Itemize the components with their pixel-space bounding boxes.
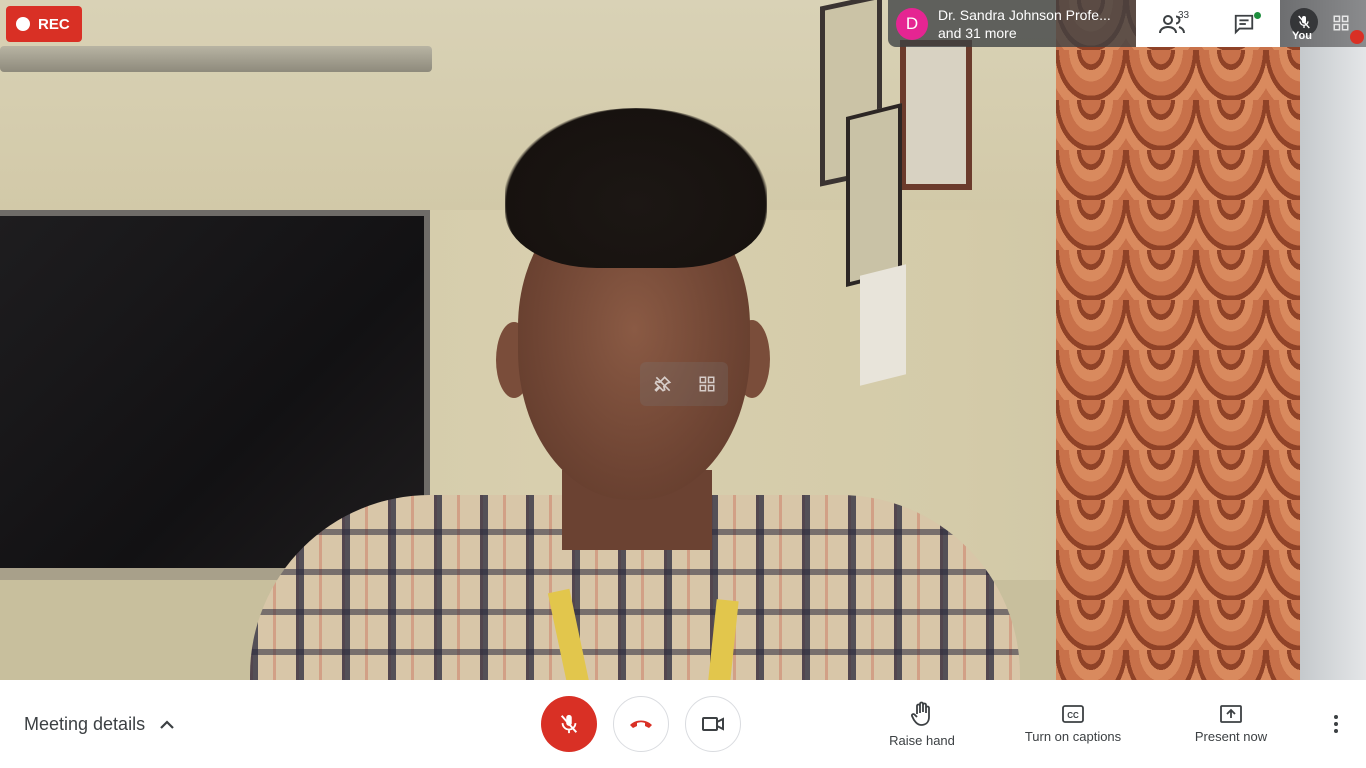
- video-frame-3: [846, 103, 902, 287]
- grid-icon[interactable]: [1332, 14, 1350, 32]
- recording-badge: REC: [6, 6, 82, 42]
- participant-count: 33: [1178, 10, 1190, 21]
- raise-hand-button[interactable]: Raise hand: [872, 680, 972, 768]
- captions-label: Turn on captions: [1024, 728, 1122, 744]
- closed-captions-icon: CC: [1062, 704, 1084, 723]
- captions-button[interactable]: CC Turn on captions: [1012, 680, 1134, 768]
- present-now-button[interactable]: Present now: [1184, 680, 1278, 768]
- presenter-info[interactable]: D Dr. Sandra Johnson Profe... and 31 mor…: [888, 0, 1136, 47]
- video-person-hair: [505, 108, 767, 268]
- pin-off-icon[interactable]: [653, 374, 673, 394]
- video-projector-bar: [0, 46, 432, 72]
- presenter-name: Dr. Sandra Johnson Profe...: [938, 6, 1111, 23]
- raise-hand-label: Raise hand: [889, 732, 955, 748]
- chat-icon: [1234, 14, 1254, 34]
- svg-text:CC: CC: [1067, 711, 1079, 720]
- more-vert-icon: [1334, 715, 1338, 733]
- bottom-control-bar: Meeting details Raise hand CC Turn on ca…: [0, 680, 1366, 768]
- hang-up-icon: [630, 720, 652, 728]
- top-toolbar: 33: [1136, 0, 1280, 47]
- present-icon: [1220, 704, 1242, 723]
- leave-call-button[interactable]: [613, 696, 669, 752]
- presenter-more: and 31 more: [938, 24, 1017, 41]
- camera-toggle-button[interactable]: [685, 696, 741, 752]
- hand-icon: [911, 701, 930, 726]
- video-frame-2: [900, 40, 972, 190]
- video-stage: REC D Dr. Sandra Johnson Profe... and 31…: [0, 0, 1366, 680]
- meeting-details-button[interactable]: Meeting details: [24, 680, 175, 768]
- recording-label: REC: [38, 15, 70, 33]
- chevron-up-icon: [160, 720, 174, 729]
- grid-icon[interactable]: [698, 375, 716, 393]
- video-window: [1300, 0, 1366, 680]
- participant-video: [0, 0, 1366, 680]
- present-label: Present now: [1194, 728, 1268, 744]
- camera-icon: [702, 717, 724, 731]
- video-calendar: [860, 264, 906, 386]
- microphone-toggle-button[interactable]: [541, 696, 597, 752]
- more-options-button[interactable]: [1320, 704, 1352, 744]
- record-dot-icon: [16, 17, 30, 31]
- meeting-details-label: Meeting details: [24, 713, 146, 734]
- self-muted-indicator-icon: [1350, 30, 1364, 44]
- self-label: You: [1292, 30, 1312, 42]
- tile-hover-controls[interactable]: [640, 362, 728, 406]
- chat-unread-badge: [1254, 12, 1261, 19]
- self-view-tile[interactable]: You: [1280, 0, 1366, 47]
- people-button[interactable]: 33: [1136, 0, 1208, 47]
- avatar: D: [896, 7, 928, 40]
- chat-button[interactable]: [1208, 0, 1280, 47]
- mic-off-icon: [560, 714, 578, 734]
